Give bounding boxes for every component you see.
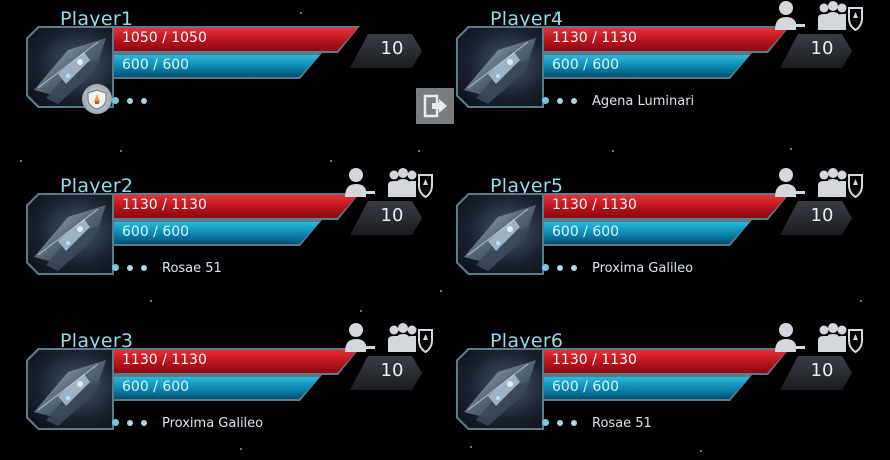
hull-value: 1130 / 1130 [552, 30, 637, 46]
player-panel-6[interactable]: Player6 1130 / 1130 600 / 600 10 Rosae 5… [456, 323, 876, 450]
remove-player-icon[interactable] [342, 165, 376, 203]
player-panel-5[interactable]: Player5 1130 / 1130 600 / 600 10 Proxima… [456, 168, 876, 295]
ship-portrait[interactable] [456, 193, 544, 275]
party-leader-badge-icon [82, 84, 112, 114]
status-dot [141, 97, 147, 104]
shield-value: 600 / 600 [122, 224, 190, 240]
ship-image [458, 195, 542, 273]
ship-image [28, 195, 112, 273]
ship-portrait[interactable] [456, 26, 544, 108]
status-dots [112, 97, 147, 104]
status-dots [542, 264, 577, 271]
party-shield-icon[interactable] [816, 320, 864, 358]
location-label: Rosae 51 [162, 261, 222, 276]
remove-player-icon[interactable] [772, 165, 806, 203]
status-bars: 1130 / 1130 600 / 600 [112, 348, 372, 408]
status-dot [127, 264, 133, 271]
player-panel-1[interactable]: Player1 1050 / 1050 600 / 600 10 [26, 8, 454, 128]
remove-player-icon[interactable] [342, 320, 376, 358]
status-bars: 1050 / 1050 600 / 600 [112, 26, 372, 86]
status-bars: 1130 / 1130 600 / 600 [542, 193, 802, 253]
status-dots [112, 419, 147, 426]
status-dot [542, 264, 549, 271]
hull-value: 1130 / 1130 [552, 352, 637, 368]
location-label: Rosae 51 [592, 416, 652, 431]
status-dot [542, 419, 549, 426]
hull-value: 1130 / 1130 [122, 352, 207, 368]
shield-value: 600 / 600 [122, 379, 190, 395]
status-dot [141, 264, 147, 271]
party-shield-icon[interactable] [386, 320, 434, 358]
status-dots [112, 264, 147, 271]
leave-party-icon [423, 94, 447, 118]
location-label: Agena Luminari [592, 94, 695, 109]
status-bars: 1130 / 1130 600 / 600 [542, 26, 802, 86]
status-dots [542, 97, 577, 104]
status-dot [127, 419, 133, 426]
status-dots [542, 419, 577, 426]
status-dot [141, 419, 147, 426]
level-value: 10 [380, 38, 404, 59]
level-value: 10 [380, 205, 404, 226]
status-dot [571, 264, 577, 271]
ship-portrait[interactable] [456, 348, 544, 430]
status-dot [127, 97, 133, 104]
status-dot [557, 97, 563, 104]
level-value: 10 [810, 360, 834, 381]
hull-value: 1130 / 1130 [122, 197, 207, 213]
party-shield-icon[interactable] [386, 165, 434, 203]
location-label: Proxima Galileo [162, 416, 264, 431]
status-bars: 1130 / 1130 600 / 600 [542, 348, 802, 408]
status-dot [557, 419, 563, 426]
leave-party-button[interactable] [416, 88, 454, 124]
level-value: 10 [810, 205, 834, 226]
hull-value: 1130 / 1130 [552, 197, 637, 213]
remove-player-icon[interactable] [772, 320, 806, 358]
status-dot [112, 419, 119, 426]
ship-portrait[interactable] [26, 193, 114, 275]
level-value: 10 [380, 360, 404, 381]
location-label: Proxima Galileo [592, 261, 694, 276]
status-dot [571, 97, 577, 104]
status-dot [542, 97, 549, 104]
player-panel-3[interactable]: Player3 1130 / 1130 600 / 600 10 Proxima… [26, 323, 446, 450]
remove-player-icon[interactable] [772, 0, 806, 36]
shield-value: 600 / 600 [552, 224, 620, 240]
level-value: 10 [810, 38, 834, 59]
ship-portrait[interactable] [26, 348, 114, 430]
ship-image [458, 350, 542, 428]
party-shield-icon[interactable] [816, 165, 864, 203]
party-shield-icon[interactable] [816, 0, 864, 36]
shield-value: 600 / 600 [552, 57, 620, 73]
shield-value: 600 / 600 [122, 57, 190, 73]
status-dot [557, 264, 563, 271]
hull-value: 1050 / 1050 [122, 30, 207, 46]
ship-image [28, 350, 112, 428]
status-dot [571, 419, 577, 426]
ship-image [458, 28, 542, 106]
status-dot [112, 264, 119, 271]
shield-value: 600 / 600 [552, 379, 620, 395]
status-bars: 1130 / 1130 600 / 600 [112, 193, 372, 253]
player-panel-4[interactable]: Player4 1130 / 1130 600 / 600 10 Agena L… [456, 1, 876, 128]
player-panel-2[interactable]: Player2 1130 / 1130 600 / 600 10 Rosae 5… [26, 168, 446, 295]
status-dot [112, 97, 119, 104]
